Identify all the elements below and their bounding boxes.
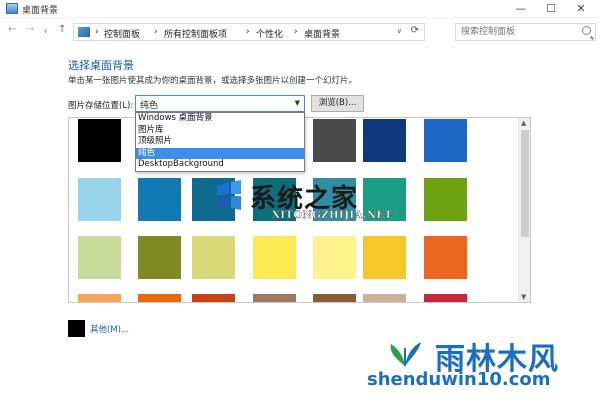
watermark-logo-icon xyxy=(213,180,245,212)
picture-location-select[interactable]: 纯色 ▼ xyxy=(135,95,305,112)
address-bar[interactable]: › 控制面板 › 所有控制面板项 › 个性化 › 桌面背景 ∨ ⟳ xyxy=(73,23,425,41)
color-swatch[interactable] xyxy=(313,119,356,162)
picture-location-label: 图片存储位置(L): xyxy=(68,101,134,111)
other-color-link[interactable]: 其他(M)... xyxy=(90,323,129,335)
color-swatch[interactable] xyxy=(78,178,121,221)
maximize-button[interactable]: ☐ xyxy=(536,0,566,18)
dropdown-option-solid-colors[interactable]: 纯色 xyxy=(136,147,304,159)
dropdown-option-windows-backgrounds[interactable]: Windows 桌面背景 xyxy=(136,113,304,125)
brand-url: shenduwin10.com xyxy=(367,369,551,390)
color-swatch[interactable] xyxy=(363,236,406,279)
page-title: 选择桌面背景 xyxy=(68,59,134,72)
up-arrow-icon[interactable]: ↑ xyxy=(58,24,66,35)
color-swatch[interactable] xyxy=(424,119,467,162)
breadcrumb-desktop-background[interactable]: 桌面背景 xyxy=(304,27,340,40)
scroll-down-icon[interactable]: ▼ xyxy=(521,293,526,301)
color-swatch[interactable] xyxy=(424,294,467,302)
breadcrumb-separator: › xyxy=(95,27,99,37)
dropdown-option-pictures-library[interactable]: 图片库 xyxy=(136,125,304,137)
browse-button[interactable]: 浏览(B)... xyxy=(311,95,364,112)
picture-location-dropdown[interactable]: Windows 桌面背景 图片库 顶级照片 纯色 DesktopBackgrou… xyxy=(135,112,305,172)
breadcrumb-separator: › xyxy=(246,27,250,37)
color-swatch[interactable] xyxy=(192,294,235,302)
breadcrumb-separator: › xyxy=(154,27,158,37)
color-swatch[interactable] xyxy=(424,236,467,279)
color-swatch[interactable] xyxy=(253,294,296,302)
scroll-up-icon[interactable]: ▲ xyxy=(521,119,526,127)
search-input[interactable] xyxy=(456,24,576,40)
control-panel-icon xyxy=(6,3,18,14)
color-swatch[interactable] xyxy=(138,178,181,221)
control-panel-icon xyxy=(78,27,90,37)
search-icon[interactable] xyxy=(582,26,591,35)
search-box[interactable] xyxy=(455,23,596,41)
color-swatch[interactable] xyxy=(78,119,121,162)
breadcrumb-separator: › xyxy=(294,27,298,37)
color-swatch[interactable] xyxy=(78,294,121,302)
color-swatch[interactable] xyxy=(192,236,235,279)
color-swatch[interactable] xyxy=(313,294,356,302)
color-swatch[interactable] xyxy=(424,178,467,221)
breadcrumb-personalization[interactable]: 个性化 xyxy=(256,27,283,40)
minimize-button[interactable]: — xyxy=(506,0,536,18)
color-swatch[interactable] xyxy=(363,294,406,302)
refresh-icon[interactable]: ⟳ xyxy=(411,25,419,36)
window-title: 桌面背景 xyxy=(22,6,59,16)
recent-locations-chevron-icon[interactable]: ∨ xyxy=(43,27,48,35)
picture-location-value: 纯色 xyxy=(140,101,159,111)
address-dropdown-icon[interactable]: ∨ xyxy=(397,27,402,35)
forward-arrow-icon[interactable]: → xyxy=(26,24,34,35)
chevron-down-icon: ▼ xyxy=(294,99,300,107)
color-swatch[interactable] xyxy=(138,236,181,279)
back-arrow-icon[interactable]: ← xyxy=(8,24,16,35)
close-button[interactable]: ✕ xyxy=(566,0,596,18)
breadcrumb-all-items[interactable]: 所有控制面板项 xyxy=(164,27,227,40)
scroll-thumb[interactable] xyxy=(521,130,529,237)
gallery-scrollbar[interactable]: ▲ ▼ xyxy=(518,118,530,302)
dropdown-option-desktopbackground[interactable]: DesktopBackground xyxy=(136,159,304,171)
color-swatch[interactable] xyxy=(363,119,406,162)
other-color-swatch[interactable] xyxy=(68,320,85,337)
watermark-subtitle: XITONGZHIJIA.NET xyxy=(272,210,393,221)
brand-logo-icon xyxy=(383,338,427,368)
navigation-bar: ← → ∨ ↑ › 控制面板 › 所有控制面板项 › 个性化 › 桌面背景 ∨ … xyxy=(0,20,600,44)
color-swatch[interactable] xyxy=(253,236,296,279)
color-swatch[interactable] xyxy=(313,236,356,279)
title-bar: 桌面背景 — ☐ ✕ xyxy=(0,0,600,18)
breadcrumb-control-panel[interactable]: 控制面板 xyxy=(104,27,140,40)
color-swatch[interactable] xyxy=(78,236,121,279)
dropdown-option-top-rated-photos[interactable]: 顶级照片 xyxy=(136,136,304,148)
color-swatch[interactable] xyxy=(138,294,181,302)
page-instructions: 单击某一张图片使其成为你的桌面背景，或选择多张图片以创建一个幻灯片。 xyxy=(68,76,358,86)
